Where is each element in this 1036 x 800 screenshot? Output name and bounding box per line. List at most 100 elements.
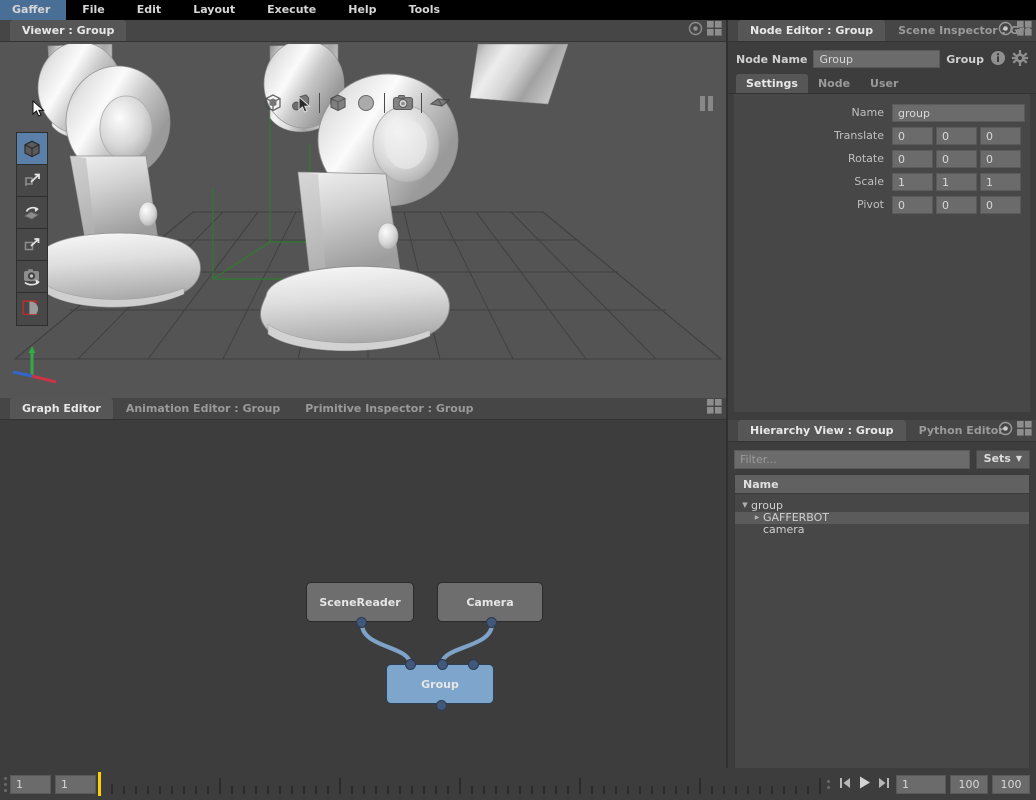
playback-range-end-input[interactable]: 100 — [950, 774, 988, 794]
layout-grid-icon[interactable] — [1017, 421, 1032, 439]
tab-user[interactable]: User — [860, 74, 908, 93]
timeline-drag-handle[interactable] — [0, 773, 10, 795]
sphere-shading-icon[interactable] — [353, 90, 379, 116]
node-output-plug[interactable] — [486, 617, 497, 628]
node-group[interactable]: Group — [386, 659, 494, 711]
menu-item-file[interactable]: File — [66, 0, 121, 20]
node-graph-canvas[interactable]: SceneReader Camera Group — [8, 420, 726, 758]
crop-window-tool[interactable] — [17, 293, 47, 325]
timeline-current-frame-input[interactable]: 1 — [55, 774, 96, 794]
param-pivot-x[interactable]: 0 — [892, 195, 933, 214]
param-scale-y[interactable]: 1 — [936, 172, 977, 191]
node-scenereader[interactable]: SceneReader — [306, 582, 414, 628]
bounding-box-icon[interactable] — [260, 90, 286, 116]
rotate-tool[interactable] — [17, 197, 47, 229]
timeline-ruler[interactable] — [96, 770, 823, 798]
tab-viewer-group[interactable]: Viewer : Group — [10, 20, 127, 41]
tab-node[interactable]: Node — [808, 74, 860, 93]
playback-frame-input[interactable]: 1 — [896, 774, 946, 794]
tab-settings[interactable]: Settings — [736, 74, 808, 93]
play-icon[interactable] — [857, 775, 872, 793]
timeline-playhead[interactable] — [98, 772, 101, 796]
tree-row-camera[interactable]: camera — [735, 524, 1029, 536]
param-rotate-z[interactable]: 0 — [980, 149, 1021, 168]
node-input-plug-1[interactable] — [437, 659, 448, 670]
menu-item-execute[interactable]: Execute — [251, 0, 332, 20]
viewer-tool-palette — [16, 132, 48, 326]
select-tool[interactable] — [17, 133, 47, 165]
tab-hierarchy-view[interactable]: Hierarchy View : Group — [738, 420, 906, 441]
filter-input[interactable]: Filter... — [734, 449, 970, 469]
chevron-down-icon: ▼ — [1015, 454, 1022, 463]
focus-target-icon[interactable] — [998, 21, 1013, 39]
tab-node-editor[interactable]: Node Editor : Group — [738, 20, 886, 41]
tab-graph-editor[interactable]: Graph Editor — [10, 398, 113, 419]
param-pivot-z[interactable]: 0 — [980, 195, 1021, 214]
diamond-plane-icon[interactable] — [427, 90, 453, 116]
focus-target-icon[interactable] — [688, 21, 703, 39]
focus-target-icon[interactable] — [998, 421, 1013, 439]
go-to-end-icon[interactable] — [877, 776, 890, 793]
param-rotate-x[interactable]: 0 — [892, 149, 933, 168]
param-vector-group: 0 0 0 — [892, 149, 1021, 168]
node-camera[interactable]: Camera — [437, 582, 543, 628]
param-vector-group: 0 0 0 — [892, 126, 1021, 145]
param-translate-x[interactable]: 0 — [892, 126, 933, 145]
tree-row-group[interactable]: ▼ group — [735, 500, 1029, 512]
graph-editor-panel: Graph Editor Animation Editor : Group Pr… — [0, 398, 726, 780]
timeline-right-handle[interactable] — [823, 773, 833, 795]
viewer-tab-strip: Viewer : Group — [0, 20, 726, 42]
node-name-input[interactable]: Group — [813, 50, 941, 68]
tab-primitive-inspector[interactable]: Primitive Inspector : Group — [293, 398, 486, 419]
layout-grid-icon[interactable] — [707, 21, 722, 39]
layout-grid-icon[interactable] — [1017, 21, 1032, 39]
tree-row-gafferbot[interactable]: ▶ GAFFERBOT — [735, 512, 1029, 524]
camera-icon[interactable] — [390, 90, 416, 116]
param-pivot-y[interactable]: 0 — [936, 195, 977, 214]
tab-animation-editor[interactable]: Animation Editor : Group — [113, 398, 293, 419]
menu-item-help[interactable]: Help — [332, 0, 392, 20]
chevron-right-icon[interactable]: ▶ — [751, 512, 763, 524]
param-row-name: Name group — [734, 101, 1030, 124]
pause-icon[interactable] — [694, 90, 718, 116]
menu-item-gaffer[interactable]: Gaffer — [0, 0, 67, 20]
node-input-plug-2[interactable] — [468, 659, 479, 670]
node-name-label: Node Name — [736, 52, 808, 66]
layout-grid-icon[interactable] — [707, 399, 722, 417]
node-editor-sub-tabs: Settings Node User — [728, 74, 1036, 94]
node-output-plug[interactable] — [436, 700, 447, 711]
param-name-input[interactable]: group — [892, 103, 1025, 122]
go-to-start-icon[interactable] — [839, 776, 852, 793]
node-output-plug[interactable] — [356, 617, 367, 628]
menu-item-edit[interactable]: Edit — [121, 0, 177, 20]
menu-item-tools[interactable]: Tools — [393, 0, 456, 20]
scene-hierarchy-tree[interactable]: Name ▼ group ▶ GAFFERBOT camera — [734, 474, 1030, 774]
node-input-plug-0[interactable] — [405, 659, 416, 670]
camera-tool[interactable] — [17, 261, 47, 293]
menu-item-layout[interactable]: Layout — [177, 0, 251, 20]
wireframe-cube-icon[interactable] — [325, 90, 351, 116]
viewer-panel[interactable] — [0, 42, 726, 398]
scale-tool[interactable] — [17, 229, 47, 261]
param-row-rotate: Rotate 0 0 0 — [734, 147, 1030, 170]
playback-frame-rate-input[interactable]: 100 — [992, 774, 1030, 794]
timeline-start-frame-input[interactable]: 1 — [10, 774, 51, 794]
param-scale-z[interactable]: 1 — [980, 172, 1021, 191]
playback-controls — [833, 775, 896, 793]
param-translate-z[interactable]: 0 — [980, 126, 1021, 145]
sets-dropdown[interactable]: Sets ▼ — [975, 449, 1030, 469]
param-scale-x[interactable]: 1 — [892, 172, 933, 191]
translate-tool[interactable] — [17, 165, 47, 197]
param-translate-y[interactable]: 0 — [936, 126, 977, 145]
hierarchy-tab-strip: Hierarchy View : Group Python Editor — [728, 420, 1036, 442]
hierarchy-filter-row: Filter... Sets ▼ — [734, 448, 1030, 470]
viewport-3d[interactable] — [8, 44, 726, 396]
chevron-down-icon[interactable]: ▼ — [739, 500, 751, 512]
tree-row-label: group — [751, 499, 783, 513]
info-icon[interactable] — [990, 50, 1006, 69]
main-menu-bar: Gaffer File Edit Layout Execute Help Too… — [0, 0, 1036, 20]
param-label: Rotate — [847, 152, 884, 165]
gear-icon[interactable] — [1012, 49, 1028, 69]
axis-gizmo — [12, 342, 66, 388]
param-rotate-y[interactable]: 0 — [936, 149, 977, 168]
